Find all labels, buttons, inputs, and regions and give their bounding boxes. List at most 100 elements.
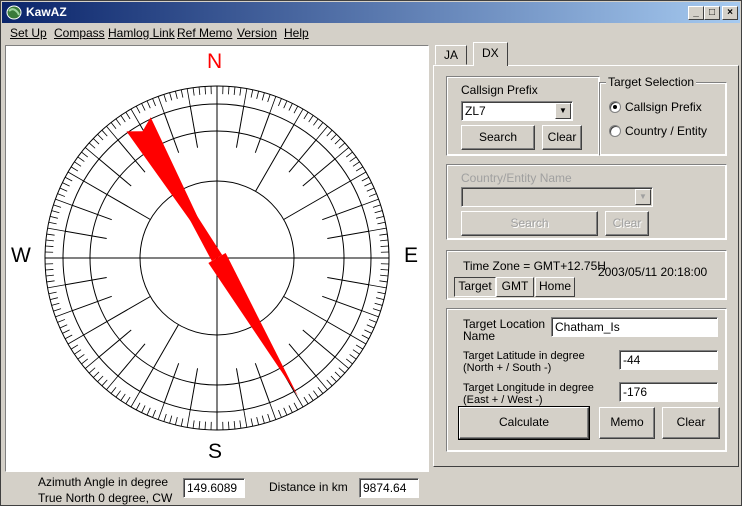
dial-tick (64, 334, 73, 340)
azimuth-value-field[interactable]: 149.6089 (183, 478, 245, 498)
dial-spoke (65, 230, 107, 240)
dial-tick (315, 375, 328, 391)
dial-tick (106, 375, 119, 391)
dial-tick (293, 105, 299, 114)
dial-tick (186, 88, 191, 107)
callsign-search-button[interactable]: Search (461, 125, 535, 150)
minimize-button[interactable]: _ (688, 6, 704, 20)
longitude-label: Target Longitude in degree (463, 382, 594, 394)
dial-spoke (139, 324, 179, 392)
dial-tick (186, 409, 191, 428)
country-entity-select[interactable]: ▼ (461, 187, 653, 207)
dial-tick (120, 393, 126, 401)
menu-setup[interactable]: Set Up (10, 26, 47, 40)
dial-tick (267, 94, 271, 103)
radio-callsign-prefix-label: Callsign Prefix (625, 100, 702, 114)
dial-tick (243, 409, 248, 428)
country-group: Country/Entity Name ▼ Search Clear (446, 164, 727, 240)
dial-tick (74, 349, 82, 355)
dial-tick (330, 133, 337, 141)
target-clear-button[interactable]: Clear (662, 407, 720, 439)
dial-tick (261, 92, 265, 101)
tab-ja[interactable]: JA (435, 45, 468, 65)
dial-tick (379, 280, 388, 283)
dial-tick (374, 210, 383, 214)
chevron-down-icon[interactable]: ▼ (555, 103, 571, 119)
menu-hamlog-link[interactable]: Hamlog Link (108, 26, 175, 40)
dial-spoke (189, 368, 199, 410)
calculate-button[interactable]: Calculate (458, 406, 590, 440)
dial-tick (303, 396, 309, 405)
dial-tick (101, 379, 108, 387)
dial-tick (315, 125, 328, 141)
dial-tick (53, 204, 62, 208)
dial-tick (233, 421, 236, 430)
timezone-home-button[interactable]: Home (535, 277, 575, 297)
compass-panel: N S E W (5, 45, 429, 472)
dial-tick (97, 375, 104, 383)
chevron-down-icon[interactable]: ▼ (635, 189, 651, 205)
radio-callsign-prefix[interactable] (609, 101, 621, 113)
menu-ref-memo[interactable]: Ref Memo (177, 26, 232, 40)
country-clear-button[interactable]: Clear (605, 211, 649, 236)
dial-tick (59, 324, 68, 329)
dial-tick (157, 96, 165, 114)
dial-tick (62, 182, 70, 187)
dial-tick (55, 310, 73, 318)
menu-bar: Set Up Compass Hamlog Link Ref Memo Vers… (2, 24, 740, 43)
dial-tick (380, 239, 389, 242)
dial-tick (293, 402, 299, 411)
timezone-label: Time Zone = GMT+12.75H (463, 259, 606, 273)
menu-version[interactable]: Version (237, 26, 277, 40)
tab-dx[interactable]: DX (473, 42, 508, 66)
app-window: KawAZ _ □ × Set Up Compass Hamlog Link R… (0, 0, 742, 506)
title-bar[interactable]: KawAZ _ □ × (2, 2, 740, 23)
dial-spoke (83, 180, 151, 220)
maximize-button[interactable]: □ (704, 6, 720, 20)
dial-tick (368, 193, 377, 197)
dial-tick (313, 118, 319, 126)
dial-tick (250, 418, 254, 427)
target-location-input[interactable]: Chatham_Is (551, 317, 718, 337)
callsign-clear-button[interactable]: Clear (542, 125, 582, 150)
dial-tick (303, 111, 309, 120)
azimuth-label: Azimuth Angle in degree (38, 475, 169, 489)
dial-tick (239, 87, 242, 96)
longitude-input[interactable]: -176 (619, 382, 718, 402)
dial-tick (125, 111, 131, 120)
dial-tick (125, 396, 131, 405)
menu-compass[interactable]: Compass (54, 26, 105, 40)
timezone-target-button[interactable]: Target (454, 277, 496, 297)
dial-tick (278, 409, 282, 418)
dial-tick (380, 269, 389, 271)
dial-tick (364, 329, 372, 334)
dial-tick (198, 421, 201, 430)
dial-tick (326, 129, 333, 137)
dial-tick (288, 103, 293, 111)
radio-country-entity[interactable] (609, 125, 621, 137)
latitude-input[interactable]: -44 (619, 350, 718, 370)
close-button[interactable]: × (722, 6, 738, 20)
west-label: W (11, 244, 31, 267)
window-title: KawAZ (26, 5, 67, 19)
dial-tick (233, 86, 236, 95)
dial-spoke (255, 124, 295, 192)
dial-tick (361, 176, 370, 182)
dial-tick (50, 297, 58, 300)
dial-spoke (283, 180, 351, 220)
dial-spoke (235, 106, 245, 148)
dial-spoke (327, 276, 369, 286)
country-search-button[interactable]: Search (461, 211, 598, 236)
dial-tick (88, 142, 96, 149)
distance-value-field[interactable]: 9874.64 (359, 478, 419, 498)
dial-tick (175, 91, 178, 99)
memo-button[interactable]: Memo (599, 407, 655, 439)
dial-spoke (163, 363, 180, 403)
menu-help[interactable]: Help (284, 26, 309, 40)
callsign-prefix-select[interactable]: ZL7 ▼ (461, 101, 573, 121)
dial-tick (135, 105, 141, 114)
timezone-gmt-button[interactable]: GMT (496, 277, 534, 297)
distance-label: Distance in km (269, 480, 348, 494)
dial-tick (308, 115, 314, 123)
timezone-group: Time Zone = GMT+12.75H 2003/05/11 20:18:… (446, 250, 727, 300)
